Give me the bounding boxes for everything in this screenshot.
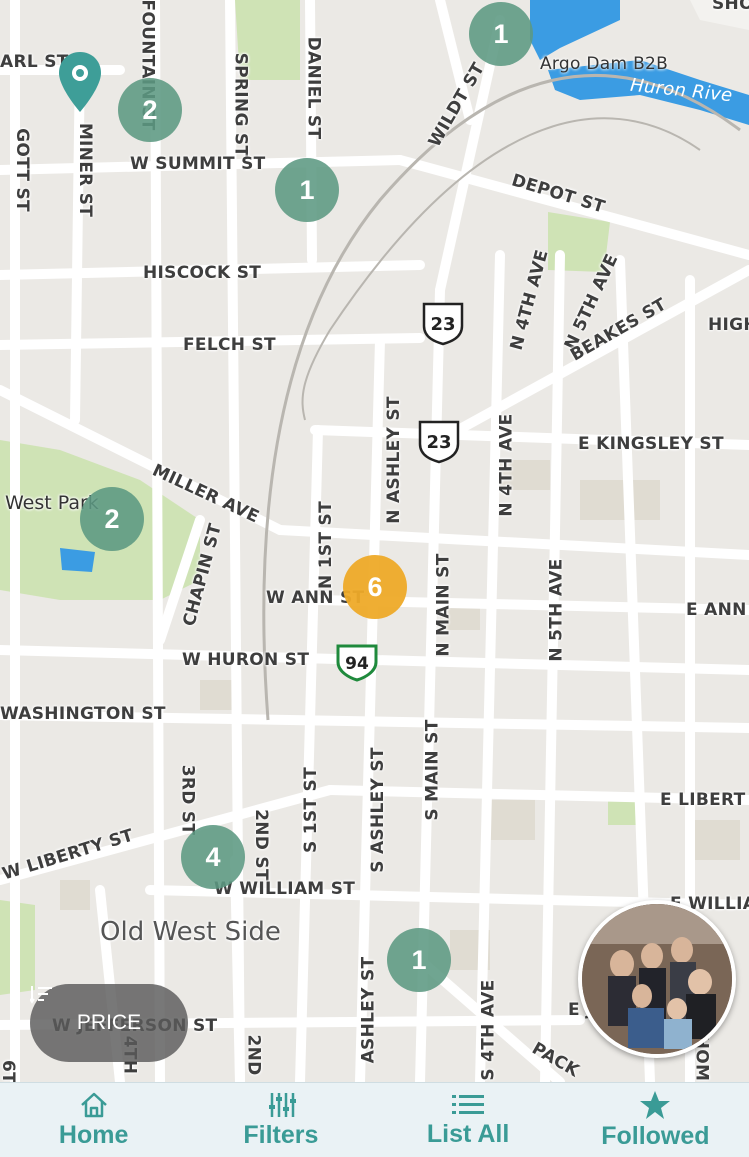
neighborhood-label: Old West Side	[100, 917, 281, 947]
nav-home[interactable]: Home	[0, 1083, 187, 1157]
street-label: ASHLEY ST	[358, 956, 379, 1064]
route-number: 23	[426, 432, 451, 453]
street-label: E ANN	[686, 600, 747, 620]
street-label: S ASHLEY ST	[367, 747, 388, 873]
sliders-icon	[268, 1092, 296, 1117]
listing-cluster[interactable]: 4	[181, 825, 245, 889]
listing-cluster[interactable]: 1	[387, 928, 451, 992]
street-label: MINER ST	[75, 122, 96, 218]
street-label: SHO	[712, 0, 749, 14]
route-number: 94	[345, 654, 369, 674]
list-icon	[452, 1094, 485, 1114]
route-number: 23	[430, 314, 455, 335]
street-label: DANIEL ST	[303, 36, 324, 140]
price-sort-label: PRICE	[76, 1011, 142, 1034]
nav-list-all-label: List All	[426, 1119, 510, 1148]
street-label: S 1ST ST	[301, 767, 321, 853]
price-sort-button[interactable]: PRICE	[30, 984, 188, 1062]
street-label: W SUMMIT ST	[130, 154, 266, 174]
sort-icon	[30, 986, 52, 1004]
nav-filters-label: Filters	[243, 1120, 319, 1149]
dam-label: Argo Dam B2B	[540, 54, 669, 74]
street-label: N MAIN ST	[433, 553, 454, 657]
street-label: E KINGSLEY ST	[578, 434, 724, 454]
listing-cluster[interactable]: 2	[118, 78, 182, 142]
street-label: FELCH ST	[183, 335, 276, 355]
street-label: 3RD ST	[177, 764, 198, 836]
street-label: N 5TH AVE	[546, 558, 567, 662]
nav-followed[interactable]: Followed	[562, 1083, 749, 1157]
street-label: E LIBERT	[660, 790, 746, 810]
home-icon	[80, 1092, 107, 1117]
agent-profile-photo[interactable]	[578, 900, 736, 1058]
listing-cluster[interactable]: 6	[343, 555, 407, 619]
nav-list-all[interactable]: List All	[375, 1083, 562, 1157]
nav-followed-label: Followed	[601, 1121, 710, 1150]
nav-home-label: Home	[58, 1120, 129, 1149]
street-label: N 4TH AVE	[496, 413, 517, 517]
listing-cluster[interactable]: 1	[469, 2, 533, 66]
bottom-navigation: Home Filters List All Followed	[0, 1082, 749, 1157]
map[interactable]: ARL ST FOUNTAIN ST SPRING ST DANIEL ST W…	[0, 0, 749, 1082]
street-label: GOTT ST	[11, 128, 32, 212]
street-label: WASHINGTON ST	[0, 704, 166, 724]
street-label: HISCOCK ST	[143, 263, 262, 283]
street-label: SPRING ST	[230, 52, 251, 158]
listing-cluster[interactable]: 2	[80, 487, 144, 551]
street-label: W WILLIAM ST	[214, 879, 356, 899]
street-label: HIGH	[708, 315, 749, 335]
star-icon	[640, 1090, 671, 1119]
street-label: S 4TH AVE	[478, 979, 499, 1081]
listing-cluster[interactable]: 1	[275, 158, 339, 222]
street-label: N 1ST ST	[315, 501, 336, 589]
street-label: 2ND	[243, 1034, 264, 1076]
street-label: N ASHLEY ST	[383, 396, 404, 524]
street-label: 6T	[0, 1059, 19, 1082]
street-label: S MAIN ST	[422, 719, 443, 821]
street-label: W HURON ST	[182, 650, 310, 670]
nav-filters[interactable]: Filters	[187, 1083, 374, 1157]
street-label: 2ND ST	[250, 809, 271, 881]
